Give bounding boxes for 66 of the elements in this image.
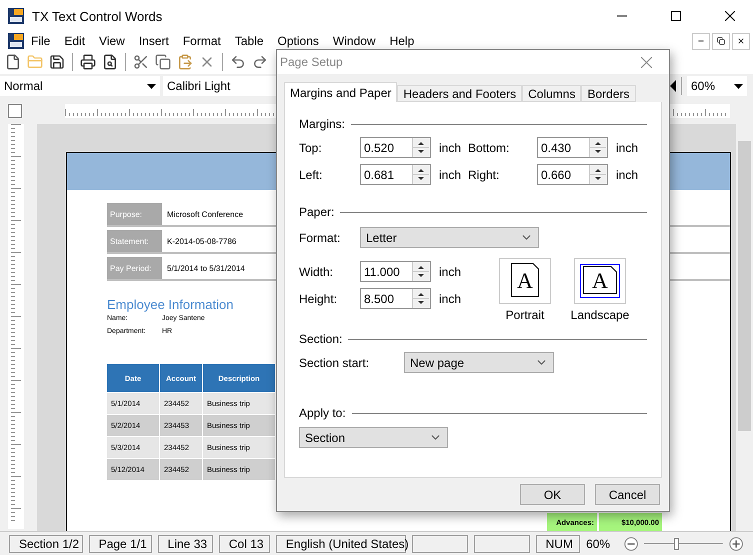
apply-to-select[interactable]: Section [299, 427, 448, 448]
spin-field[interactable]: 11.000 [360, 261, 431, 282]
status-pane: Col 13 [218, 534, 270, 552]
table-cell: Pay Period: [107, 257, 162, 279]
status-pane: Line 33 [158, 534, 213, 552]
spin-field[interactable]: 0.681 [360, 164, 431, 185]
group-title: Section: [299, 332, 342, 346]
unit-label: inch [616, 168, 640, 182]
orientation-button[interactable]: A [574, 258, 626, 304]
menu-item[interactable]: Help [382, 34, 422, 48]
table-cell-text: Microsoft Conference [166, 208, 244, 220]
field-label: Height: [299, 292, 338, 306]
field-label: Left: [299, 168, 324, 182]
tab[interactable]: Borders [581, 85, 636, 102]
unit-label: inch [616, 140, 640, 154]
orientation-button[interactable]: A [499, 258, 551, 304]
tab[interactable]: Headers and Footers [397, 85, 522, 102]
spin-field[interactable]: 0.520 [360, 137, 431, 158]
menu-item[interactable]: Edit [57, 34, 92, 48]
table-cell-text: K-2014-05-08-7786 [166, 236, 238, 248]
format-select[interactable]: Letter [360, 227, 539, 248]
orientation-label: Landscape [570, 308, 630, 322]
group-title: Paper: [299, 205, 334, 219]
menu-item[interactable]: File [24, 34, 58, 48]
spin-field[interactable]: 0.660 [537, 164, 608, 185]
unit-label: inch [439, 264, 462, 278]
section-start-select[interactable]: New page [404, 352, 554, 373]
dialog-title: Page Setup [280, 55, 344, 69]
unit-label: inch [439, 140, 462, 154]
group-title: Margins: [299, 117, 346, 131]
table-cell: Purpose: [107, 203, 162, 225]
zoom-level: 60% [586, 536, 610, 550]
status-pane: NUM [536, 534, 580, 552]
style-combo[interactable]: Normal [0, 76, 160, 96]
dialog-button[interactable]: Cancel [595, 484, 660, 505]
menu-item[interactable]: Table [228, 34, 271, 48]
field-label: Bottom: [468, 140, 510, 154]
table-cell-text: 5/1/2014 to 5/31/2014 [166, 262, 246, 274]
status-pane: Section 1/2 [9, 534, 83, 552]
dialog-button[interactable]: OK [520, 484, 585, 505]
menu-item[interactable]: View [92, 34, 132, 48]
field-label: Width: [299, 264, 334, 278]
status-pane: English (United States) [276, 534, 406, 552]
window-title: TX Text Control Words [32, 8, 164, 24]
tab[interactable]: Margins and Paper [284, 82, 398, 102]
portrait-page-icon: A [511, 262, 539, 296]
field-label: Section start: [299, 356, 370, 370]
menu-item[interactable]: Window [326, 34, 383, 48]
orientation-label: Portrait [506, 308, 544, 322]
menu-item[interactable]: Format [176, 34, 228, 48]
group-title: Apply to: [299, 406, 346, 420]
spin-field[interactable]: 0.430 [537, 137, 608, 158]
field-label: Format: [299, 230, 342, 244]
menu-item[interactable]: Options [270, 34, 326, 48]
unit-label: inch [439, 292, 462, 306]
spin-field[interactable]: 8.500 [360, 288, 431, 309]
table-cell: Statement: [107, 230, 162, 252]
field-label: Top: [299, 140, 323, 154]
zoom-combo[interactable]: 60% [687, 76, 747, 96]
field-label: Right: [468, 168, 500, 182]
status-pane: Page 1/1 [88, 534, 152, 552]
section-heading: Employee Information [107, 297, 234, 312]
unit-label: inch [439, 168, 462, 182]
menu-item[interactable]: Insert [132, 34, 176, 48]
landscape-page-icon: A [583, 266, 617, 294]
tab[interactable]: Columns [522, 85, 582, 102]
